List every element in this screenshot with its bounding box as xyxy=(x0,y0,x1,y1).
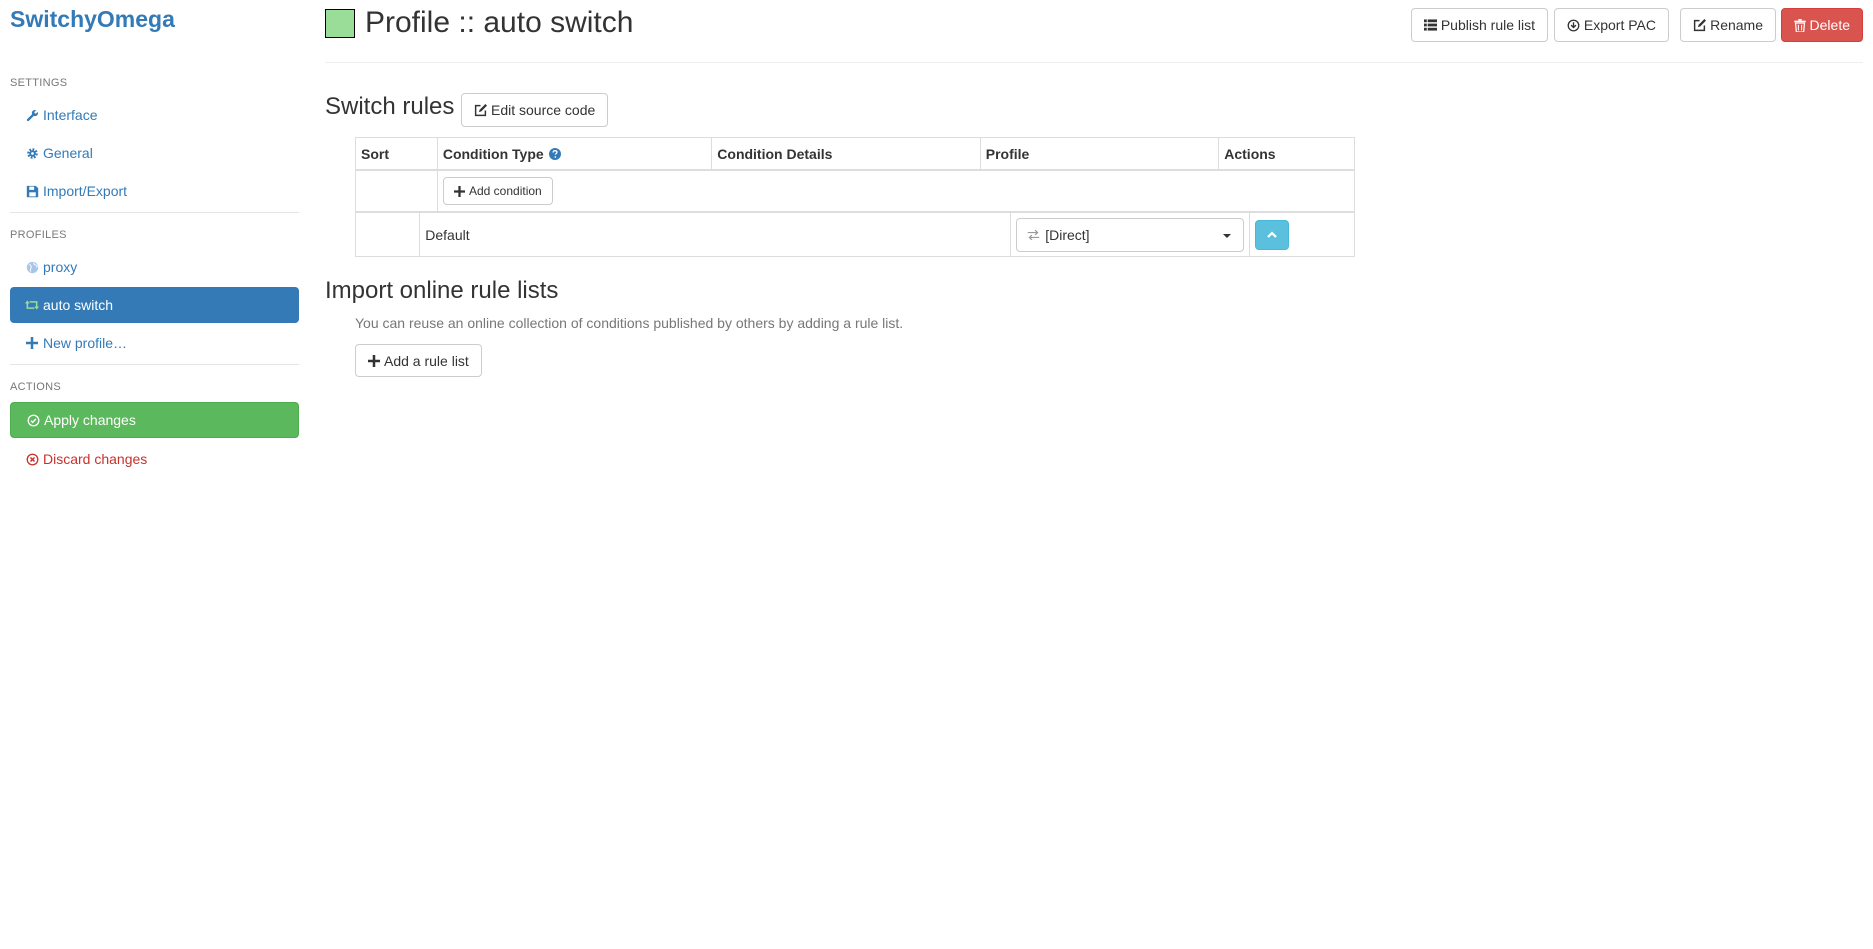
default-rule-row: Default [Direct] xyxy=(356,212,1354,256)
page-title: Profile :: auto switch xyxy=(365,6,634,39)
sidebar-item-label: General xyxy=(43,145,93,161)
delete-label: Delete xyxy=(1809,17,1850,33)
table-header-row: Sort Condition Type Condition Details Pr… xyxy=(356,138,1354,171)
sidebar-item-label: proxy xyxy=(43,259,78,275)
discard-changes-label: Discard changes xyxy=(43,451,148,467)
column-header-condition-details: Condition Details xyxy=(712,138,981,169)
sidebar-divider xyxy=(10,364,299,365)
edit-source-label: Edit source code xyxy=(491,102,596,118)
plus-icon xyxy=(454,185,465,197)
page-header: Profile :: auto switch Publish rule list… xyxy=(325,0,1863,63)
column-header-condition-type: Condition Type xyxy=(438,138,713,169)
export-pac-button[interactable]: Export PAC xyxy=(1553,8,1669,42)
globe-icon xyxy=(25,260,39,274)
column-header-sort: Sort xyxy=(356,138,438,169)
brand-title[interactable]: SwitchyOmega xyxy=(10,6,175,33)
default-actions-cell xyxy=(1250,213,1354,256)
sidebar: SwitchyOmega SETTINGS Interface General … xyxy=(0,0,310,949)
profiles-header: PROFILES xyxy=(10,229,67,241)
sidebar-item-import-export[interactable]: Import/Export xyxy=(10,173,299,209)
sidebar-item-label: New profile… xyxy=(43,335,128,351)
switch-rules-title: Switch rules xyxy=(325,93,455,120)
download-circle-icon xyxy=(1567,19,1580,32)
plus-icon xyxy=(25,336,39,350)
move-up-button[interactable] xyxy=(1255,219,1290,250)
edit-icon xyxy=(474,103,487,117)
trash-icon xyxy=(1793,18,1806,32)
discard-changes-button[interactable]: Discard changes xyxy=(10,441,299,477)
apply-changes-button[interactable]: Apply changes xyxy=(10,402,299,438)
switch-rules-table: Sort Condition Type Condition Details Pr… xyxy=(355,137,1355,257)
sidebar-item-new-profile[interactable]: New profile… xyxy=(10,325,299,361)
plus-icon xyxy=(368,354,380,367)
column-header-profile: Profile xyxy=(981,138,1220,169)
sort-cell xyxy=(356,171,438,211)
edit-source-code-button[interactable]: Edit source code xyxy=(461,93,609,127)
sidebar-item-label: Import/Export xyxy=(43,183,128,199)
wrench-icon xyxy=(25,108,39,122)
sidebar-divider xyxy=(10,212,299,213)
default-profile-value: [Direct] xyxy=(1045,226,1090,243)
edit-icon xyxy=(1693,18,1707,32)
import-help-text: You can reuse an online collection of co… xyxy=(355,315,904,331)
rename-label: Rename xyxy=(1710,17,1763,33)
add-condition-cell: Add condition xyxy=(438,171,1354,211)
add-condition-row: Add condition xyxy=(356,171,1354,212)
profile-color-swatch[interactable] xyxy=(325,9,355,38)
chevron-up-icon xyxy=(1267,231,1277,238)
add-rule-list-label: Add a rule list xyxy=(384,352,469,369)
publish-rule-list-button[interactable]: Publish rule list xyxy=(1410,8,1548,42)
sidebar-item-label: Interface xyxy=(43,107,98,123)
default-profile-cell: [Direct] xyxy=(1011,213,1251,256)
x-circle-icon xyxy=(25,452,39,466)
sidebar-item-auto-switch[interactable]: auto switch xyxy=(10,287,299,323)
delete-button[interactable]: Delete xyxy=(1780,8,1863,42)
add-condition-label: Add condition xyxy=(469,184,542,198)
import-rule-lists-title: Import online rule lists xyxy=(325,277,559,304)
sidebar-item-general[interactable]: General xyxy=(10,135,299,171)
question-circle-icon[interactable] xyxy=(548,147,561,160)
condition-type-label: Condition Type xyxy=(442,145,544,162)
column-header-actions: Actions xyxy=(1224,145,1276,162)
actions-header: ACTIONS xyxy=(10,381,61,393)
list-icon xyxy=(1423,19,1437,31)
rename-button[interactable]: Rename xyxy=(1680,8,1776,42)
main-content: Profile :: auto switch Publish rule list… xyxy=(325,0,1873,949)
export-label: Export PAC xyxy=(1583,17,1656,33)
sidebar-item-label: auto switch xyxy=(43,297,114,313)
sort-cell xyxy=(356,213,421,256)
floppy-icon xyxy=(25,184,39,198)
add-rule-list-button[interactable]: Add a rule list xyxy=(355,344,482,377)
add-condition-button[interactable]: Add condition xyxy=(443,177,553,205)
default-profile-select[interactable]: [Direct] xyxy=(1016,217,1245,252)
sidebar-item-interface[interactable]: Interface xyxy=(10,97,299,133)
retweet-icon xyxy=(25,298,39,312)
publish-label: Publish rule list xyxy=(1440,17,1535,33)
sidebar-item-proxy[interactable]: proxy xyxy=(10,249,299,285)
caret-down-icon xyxy=(1223,233,1232,238)
check-circle-icon xyxy=(26,413,40,427)
apply-changes-label: Apply changes xyxy=(44,412,136,428)
default-rule-label: Default xyxy=(420,213,1012,256)
gear-icon xyxy=(25,146,39,160)
exchange-icon xyxy=(1027,229,1040,240)
settings-header: SETTINGS xyxy=(10,77,68,89)
